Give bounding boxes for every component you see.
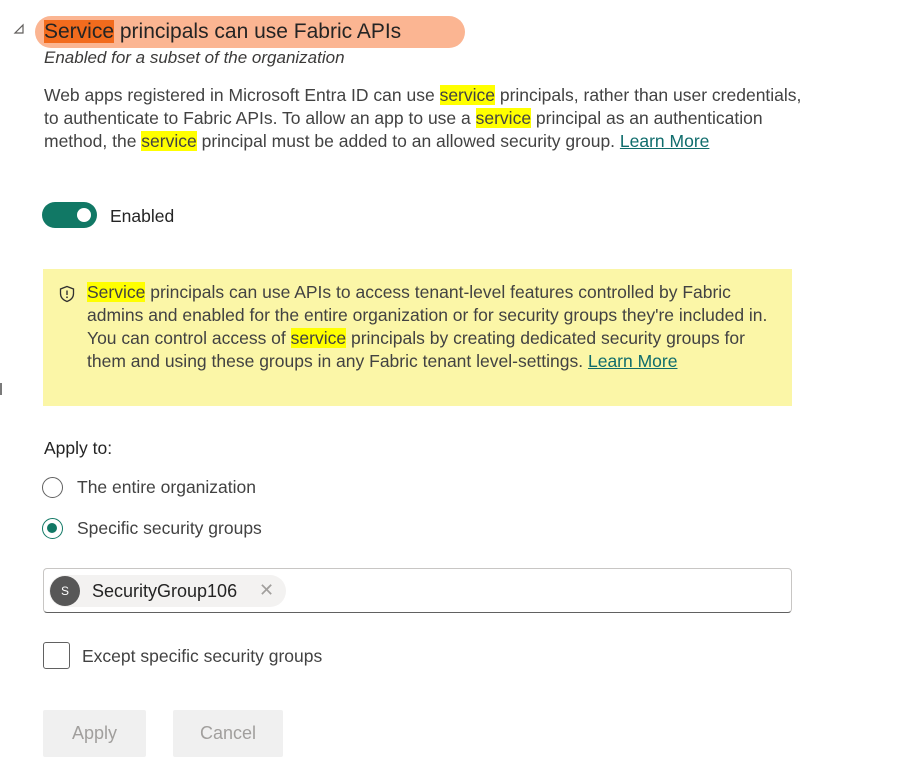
security-group-tag[interactable]: S SecurityGroup106 ✕	[49, 575, 286, 607]
radio-button[interactable]	[42, 517, 63, 539]
setting-description: Web apps registered in Microsoft Entra I…	[44, 84, 804, 153]
radio-button[interactable]	[42, 476, 63, 498]
radio-selected-dot	[47, 522, 57, 533]
radio-label: Specific security groups	[77, 518, 262, 538]
enabled-toggle[interactable]	[42, 202, 97, 228]
radio-entire-organization[interactable]: The entire organization	[42, 475, 256, 499]
desc-text: principal must be added to an allowed se…	[196, 131, 620, 151]
desc-highlight: service	[141, 131, 197, 151]
dismiss-icon[interactable]: ✕	[259, 579, 274, 601]
title-rest: principals can use Fabric APIs	[114, 20, 402, 43]
setting-subtitle: Enabled for a subset of the organization	[44, 48, 345, 67]
except-security-groups-option[interactable]: Except specific security groups	[43, 642, 322, 669]
tenant-setting-panel: Service principals can use Fabric APIs E…	[0, 0, 917, 781]
notice-learn-more-link[interactable]: Learn More	[588, 351, 678, 371]
setting-title[interactable]: Service principals can use Fabric APIs	[44, 18, 401, 46]
except-checkbox-label: Except specific security groups	[82, 645, 323, 666]
learn-more-link[interactable]: Learn More	[620, 131, 710, 151]
security-group-name: SecurityGroup106	[92, 581, 238, 601]
security-group-picker[interactable]: S SecurityGroup106 ✕	[43, 568, 792, 613]
desc-highlight: service	[475, 108, 532, 128]
apply-button[interactable]: Apply	[43, 710, 146, 757]
cancel-button[interactable]: Cancel	[173, 710, 283, 757]
edge-divider	[0, 383, 2, 395]
notice-text: Service principals can use APIs to acces…	[87, 281, 777, 373]
radio-specific-security-groups[interactable]: Specific security groups	[42, 516, 262, 540]
desc-highlight: service	[439, 85, 495, 105]
notice-highlight: service	[290, 328, 347, 348]
avatar: S	[50, 576, 80, 606]
collapse-triangle-icon[interactable]	[12, 22, 26, 36]
info-notice: Service principals can use APIs to acces…	[43, 269, 792, 406]
toggle-label: Enabled	[110, 206, 175, 226]
shield-info-icon	[59, 285, 75, 303]
except-checkbox[interactable]	[43, 642, 70, 669]
notice-highlight: Service	[87, 282, 146, 302]
toggle-knob	[77, 208, 91, 222]
desc-text: Web apps registered in Microsoft Entra I…	[44, 85, 440, 105]
radio-label: The entire organization	[77, 477, 256, 497]
apply-to-label: Apply to:	[44, 438, 113, 458]
title-highlight-word: Service	[44, 20, 115, 43]
